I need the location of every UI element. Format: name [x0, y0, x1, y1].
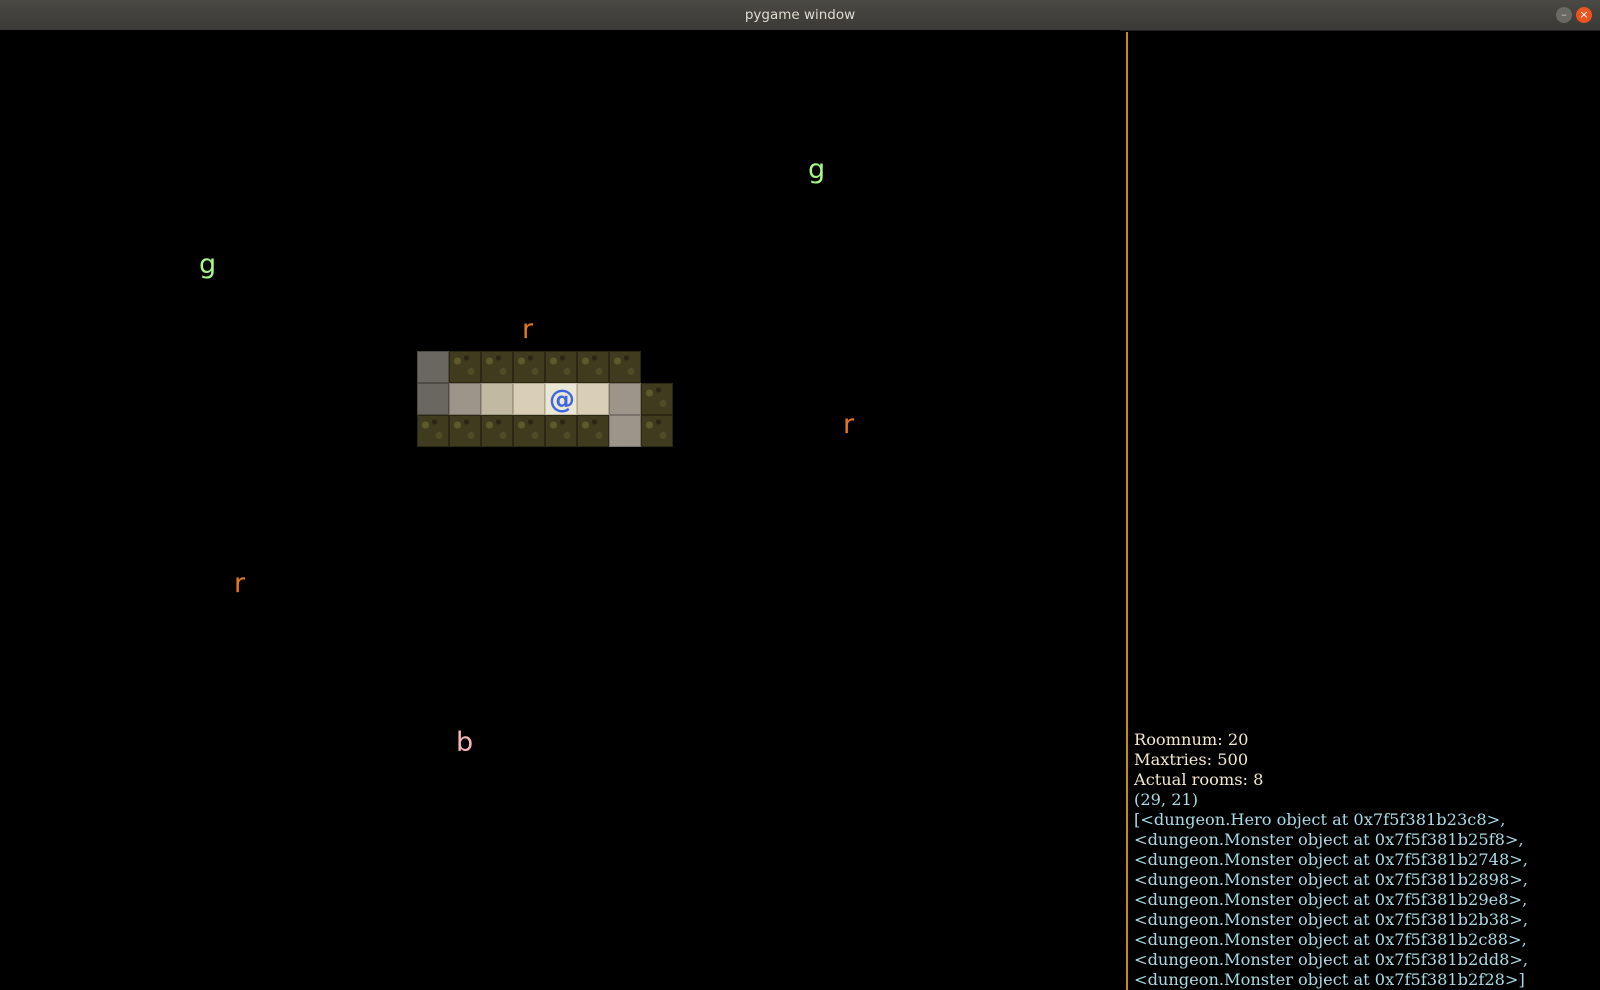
minimize-icon[interactable]: –	[1556, 7, 1572, 23]
wall-tile	[545, 351, 577, 383]
wall-tile	[641, 383, 673, 415]
wall-tile	[449, 415, 481, 447]
wall-tile	[513, 351, 545, 383]
wall-tile	[481, 415, 513, 447]
floor-tile	[609, 383, 641, 415]
floor-tile	[481, 383, 513, 415]
rat-monster: r	[234, 568, 246, 599]
wall-tile	[641, 415, 673, 447]
roomnum-stat: Roomnum: 20	[1134, 730, 1249, 749]
rat-monster: r	[843, 409, 855, 440]
object-list-line: <dungeon.Monster object at 0x7f5f381b289…	[1134, 870, 1528, 889]
actual-rooms-stat: Actual rooms: 8	[1134, 770, 1264, 789]
hero-player[interactable]: @	[546, 385, 578, 415]
hero-tile[interactable]: @	[545, 383, 577, 415]
floor-tile	[449, 383, 481, 415]
wall-tile	[449, 351, 481, 383]
floor-tile	[577, 383, 609, 415]
wall-tile	[481, 351, 513, 383]
floor-tile	[417, 383, 449, 415]
floor-tile	[417, 351, 449, 383]
wall-tile	[609, 351, 641, 383]
window-titlebar[interactable]: pygame window – ×	[0, 0, 1600, 31]
object-list-line: <dungeon.Monster object at 0x7f5f381b2b3…	[1134, 910, 1529, 929]
info-panel: Roomnum: 20 Maxtries: 500 Actual rooms: …	[1134, 730, 1594, 990]
wall-tile	[577, 415, 609, 447]
object-list-line: <dungeon.Monster object at 0x7f5f381b2f2…	[1134, 970, 1525, 989]
object-list-line: <dungeon.Monster object at 0x7f5f381b25f…	[1134, 830, 1524, 849]
object-list-line: [<dungeon.Hero object at 0x7f5f381b23c8>…	[1134, 810, 1506, 829]
floor-tile	[513, 383, 545, 415]
object-list-line: <dungeon.Monster object at 0x7f5f381b2dd…	[1134, 950, 1529, 969]
window-title: pygame window	[744, 7, 856, 23]
bat-monster: b	[456, 727, 474, 758]
object-list-line: <dungeon.Monster object at 0x7f5f381b274…	[1134, 850, 1528, 869]
object-list-line: <dungeon.Monster object at 0x7f5f381b2c8…	[1134, 930, 1527, 949]
goblin-monster: g	[199, 249, 217, 280]
close-icon[interactable]: ×	[1576, 7, 1592, 23]
maxtries-stat: Maxtries: 500	[1134, 750, 1249, 769]
wall-tile	[545, 415, 577, 447]
wall-tile	[577, 351, 609, 383]
wall-tile	[513, 415, 545, 447]
hero-position: (29, 21)	[1134, 790, 1199, 809]
object-list-line: <dungeon.Monster object at 0x7f5f381b29e…	[1134, 890, 1528, 909]
floor-tile	[609, 415, 641, 447]
game-canvas[interactable]: g g r r r b @	[0, 30, 1120, 990]
rat-monster: r	[522, 314, 534, 345]
wall-tile	[417, 415, 449, 447]
goblin-monster: g	[808, 154, 826, 185]
panel-divider	[1126, 32, 1128, 990]
